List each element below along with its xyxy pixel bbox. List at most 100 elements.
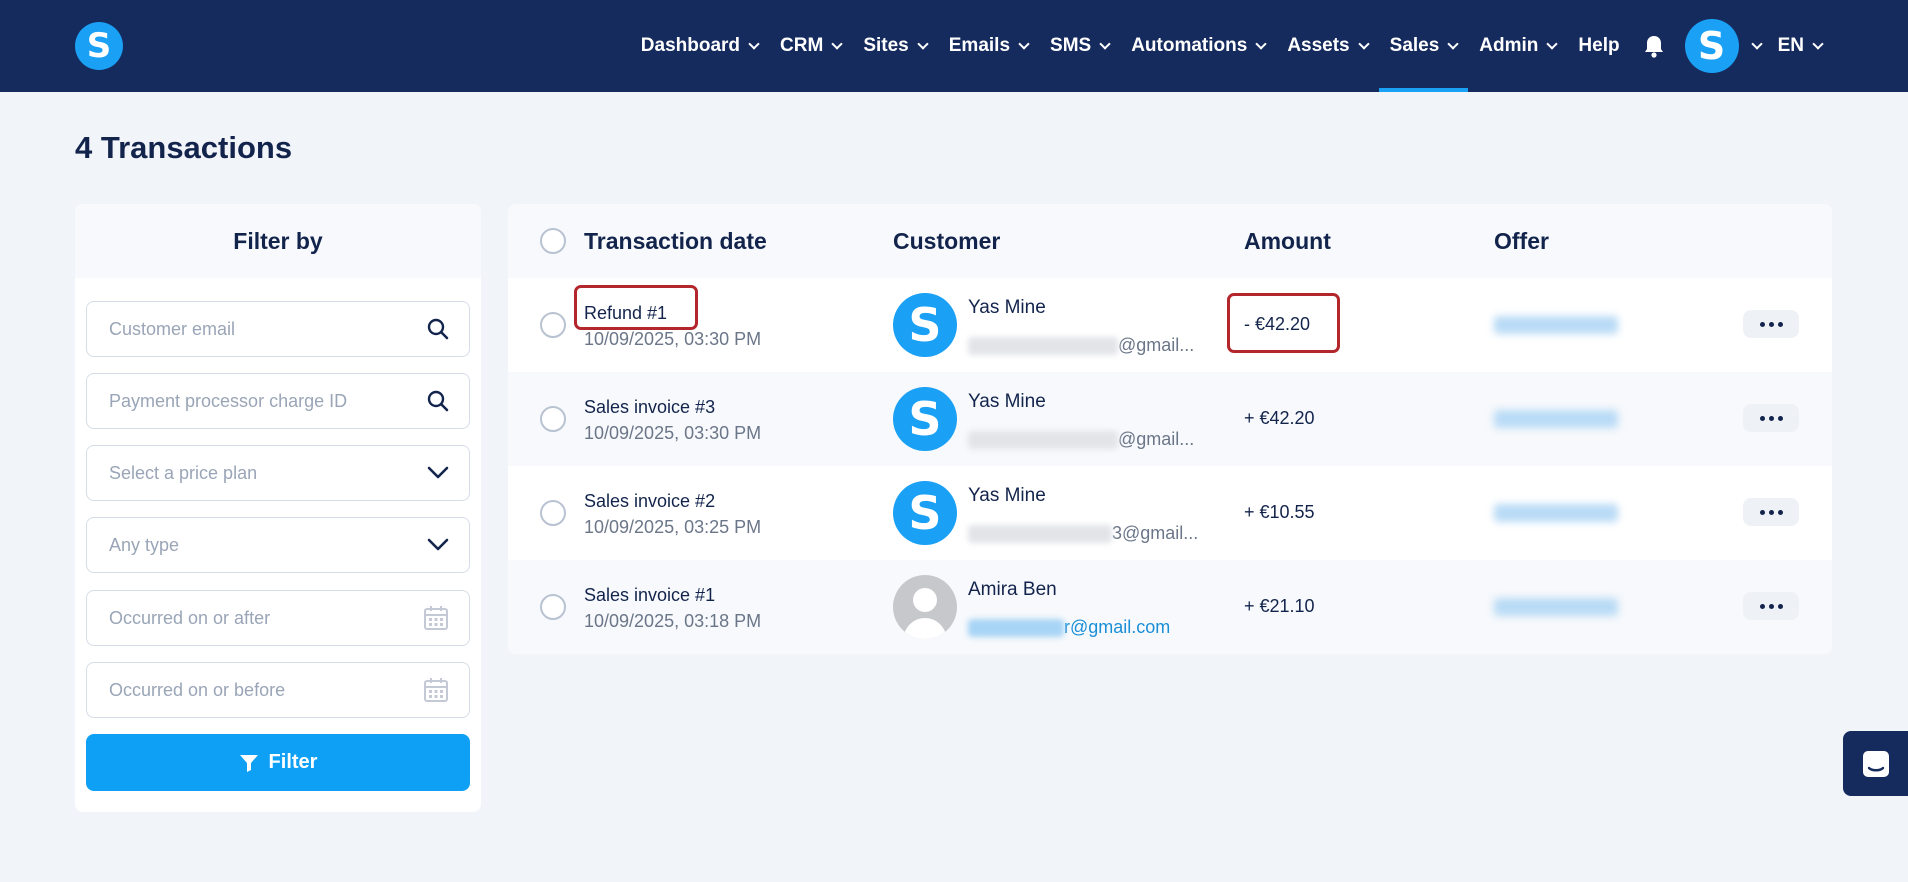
nav-label: Assets (1287, 35, 1350, 56)
email-suffix: 3@gmail... (1112, 523, 1199, 543)
user-menu[interactable]: S (1679, 19, 1767, 73)
customer-email[interactable]: r@gmail.com (968, 617, 1170, 638)
more-actions-button[interactable] (1743, 310, 1799, 338)
more-actions-button[interactable] (1743, 404, 1799, 432)
column-header-amount[interactable]: Amount (1244, 228, 1331, 255)
redacted-email (968, 336, 1118, 355)
filter-button-label: Filter (268, 751, 318, 773)
chevron-down-icon (1447, 37, 1459, 50)
main-nav: Dashboard CRM Sites Emails SMS Automatio… (630, 0, 1833, 92)
search-icon[interactable] (427, 390, 449, 412)
email-suffix: @gmail... (1118, 429, 1195, 449)
customer-email[interactable]: 3@gmail... (968, 523, 1198, 544)
customer-name[interactable]: Amira Ben (968, 579, 1057, 601)
nav-item-sms[interactable]: SMS (1039, 0, 1120, 92)
search-icon[interactable] (427, 318, 449, 340)
customer-name[interactable]: Yas Mine (968, 391, 1046, 413)
nav-label: SMS (1050, 35, 1092, 56)
calendar-icon[interactable] (423, 677, 449, 703)
table-header: Transaction date Customer Amount Offer (508, 204, 1832, 278)
customer-email[interactable]: @gmail... (968, 429, 1194, 450)
transaction-date: 10/09/2025, 03:30 PM (584, 423, 762, 443)
nav-item-assets[interactable]: Assets (1276, 0, 1378, 92)
offer-link-redacted[interactable] (1494, 410, 1618, 428)
more-actions-button[interactable] (1743, 592, 1799, 620)
redacted-email (968, 524, 1112, 543)
nav-item-sites[interactable]: Sites (852, 0, 937, 92)
transactions-table: Transaction date Customer Amount Offer R… (508, 204, 1832, 654)
chevron-down-icon (427, 538, 449, 552)
customer-email[interactable]: @gmail... (968, 335, 1194, 356)
language-selector[interactable]: EN (1767, 0, 1833, 92)
select-all-radio[interactable] (540, 228, 566, 254)
row-select-radio[interactable] (540, 500, 566, 526)
occurred-after-placeholder: Occurred on or after (109, 607, 271, 628)
table-row[interactable]: Refund #1 10/09/2025, 03:30 PM S Yas Min… (508, 278, 1832, 372)
transaction-date: 10/09/2025, 03:25 PM (584, 517, 762, 537)
type-select[interactable]: Any type (86, 517, 470, 573)
chevron-down-icon (917, 37, 929, 50)
charge-id-placeholder: Payment processor charge ID (109, 390, 348, 411)
nav-item-admin[interactable]: Admin (1468, 0, 1567, 92)
chat-widget-button[interactable] (1843, 731, 1908, 796)
table-row[interactable]: Sales invoice #1 10/09/2025, 03:18 PM Am… (508, 560, 1832, 654)
app-logo[interactable]: S (75, 22, 123, 70)
customer-avatar: S (893, 481, 957, 545)
nav-item-sales[interactable]: Sales (1378, 0, 1469, 92)
column-header-date[interactable]: Transaction date (584, 228, 767, 255)
row-select-radio[interactable] (540, 594, 566, 620)
occurred-before-input[interactable]: Occurred on or before (86, 662, 470, 718)
nav-item-emails[interactable]: Emails (938, 0, 1039, 92)
type-placeholder: Any type (109, 534, 180, 555)
row-select-radio[interactable] (540, 406, 566, 432)
nav-label: CRM (780, 35, 824, 56)
occurred-before-placeholder: Occurred on or before (109, 679, 286, 700)
customer-avatar: S (893, 293, 957, 357)
transaction-amount: + €42.20 (1244, 408, 1315, 428)
nav-item-help[interactable]: Help (1567, 0, 1630, 92)
row-select-radio[interactable] (540, 312, 566, 338)
default-avatar-icon (893, 575, 957, 639)
customer-email-input[interactable]: Customer email (86, 301, 470, 357)
nav-label: Sales (1389, 35, 1440, 56)
nav-label: Emails (948, 35, 1011, 56)
more-actions-button[interactable] (1743, 498, 1799, 526)
table-row[interactable]: Sales invoice #3 10/09/2025, 03:30 PM S … (508, 372, 1832, 466)
transaction-date: 10/09/2025, 03:30 PM (584, 329, 762, 349)
chevron-down-icon (1018, 37, 1030, 50)
customer-name[interactable]: Yas Mine (968, 297, 1046, 319)
transaction-date: 10/09/2025, 03:18 PM (584, 611, 762, 631)
occurred-after-input[interactable]: Occurred on or after (86, 590, 470, 646)
email-suffix: @gmail... (1118, 335, 1195, 355)
transaction-amount: + €10.55 (1244, 502, 1315, 522)
chevron-down-icon (1812, 37, 1824, 50)
offer-link-redacted[interactable] (1494, 316, 1618, 334)
offer-link-redacted[interactable] (1494, 598, 1618, 616)
customer-name[interactable]: Yas Mine (968, 485, 1046, 507)
calendar-icon[interactable] (423, 605, 449, 631)
transaction-title[interactable]: Sales invoice #2 (584, 491, 715, 512)
price-plan-select[interactable]: Select a price plan (86, 445, 470, 501)
redacted-email (968, 618, 1064, 637)
page-title: 4 Transactions (75, 130, 293, 165)
column-header-offer[interactable]: Offer (1494, 228, 1549, 255)
offer-link-redacted[interactable] (1494, 504, 1618, 522)
nav-item-automations[interactable]: Automations (1120, 0, 1276, 92)
highlight-refund-amount (1227, 293, 1340, 353)
filter-button[interactable]: Filter (86, 734, 470, 791)
chevron-down-icon (1357, 37, 1370, 50)
transaction-title[interactable]: Sales invoice #3 (584, 397, 715, 418)
funnel-icon (239, 754, 258, 772)
redacted-email (968, 430, 1118, 449)
transaction-title[interactable]: Sales invoice #1 (584, 585, 715, 606)
bell-icon[interactable] (1643, 35, 1665, 58)
table-row[interactable]: Sales invoice #2 10/09/2025, 03:25 PM S … (508, 466, 1832, 560)
column-header-customer[interactable]: Customer (893, 228, 1000, 255)
nav-item-dashboard[interactable]: Dashboard (630, 0, 769, 92)
chevron-down-icon (1750, 37, 1763, 50)
charge-id-input[interactable]: Payment processor charge ID (86, 373, 470, 429)
chevron-down-icon (748, 37, 760, 50)
nav-item-crm[interactable]: CRM (769, 0, 852, 92)
filter-panel: Filter by Customer email Payment process… (75, 204, 481, 812)
customer-email-placeholder: Customer email (109, 318, 236, 339)
